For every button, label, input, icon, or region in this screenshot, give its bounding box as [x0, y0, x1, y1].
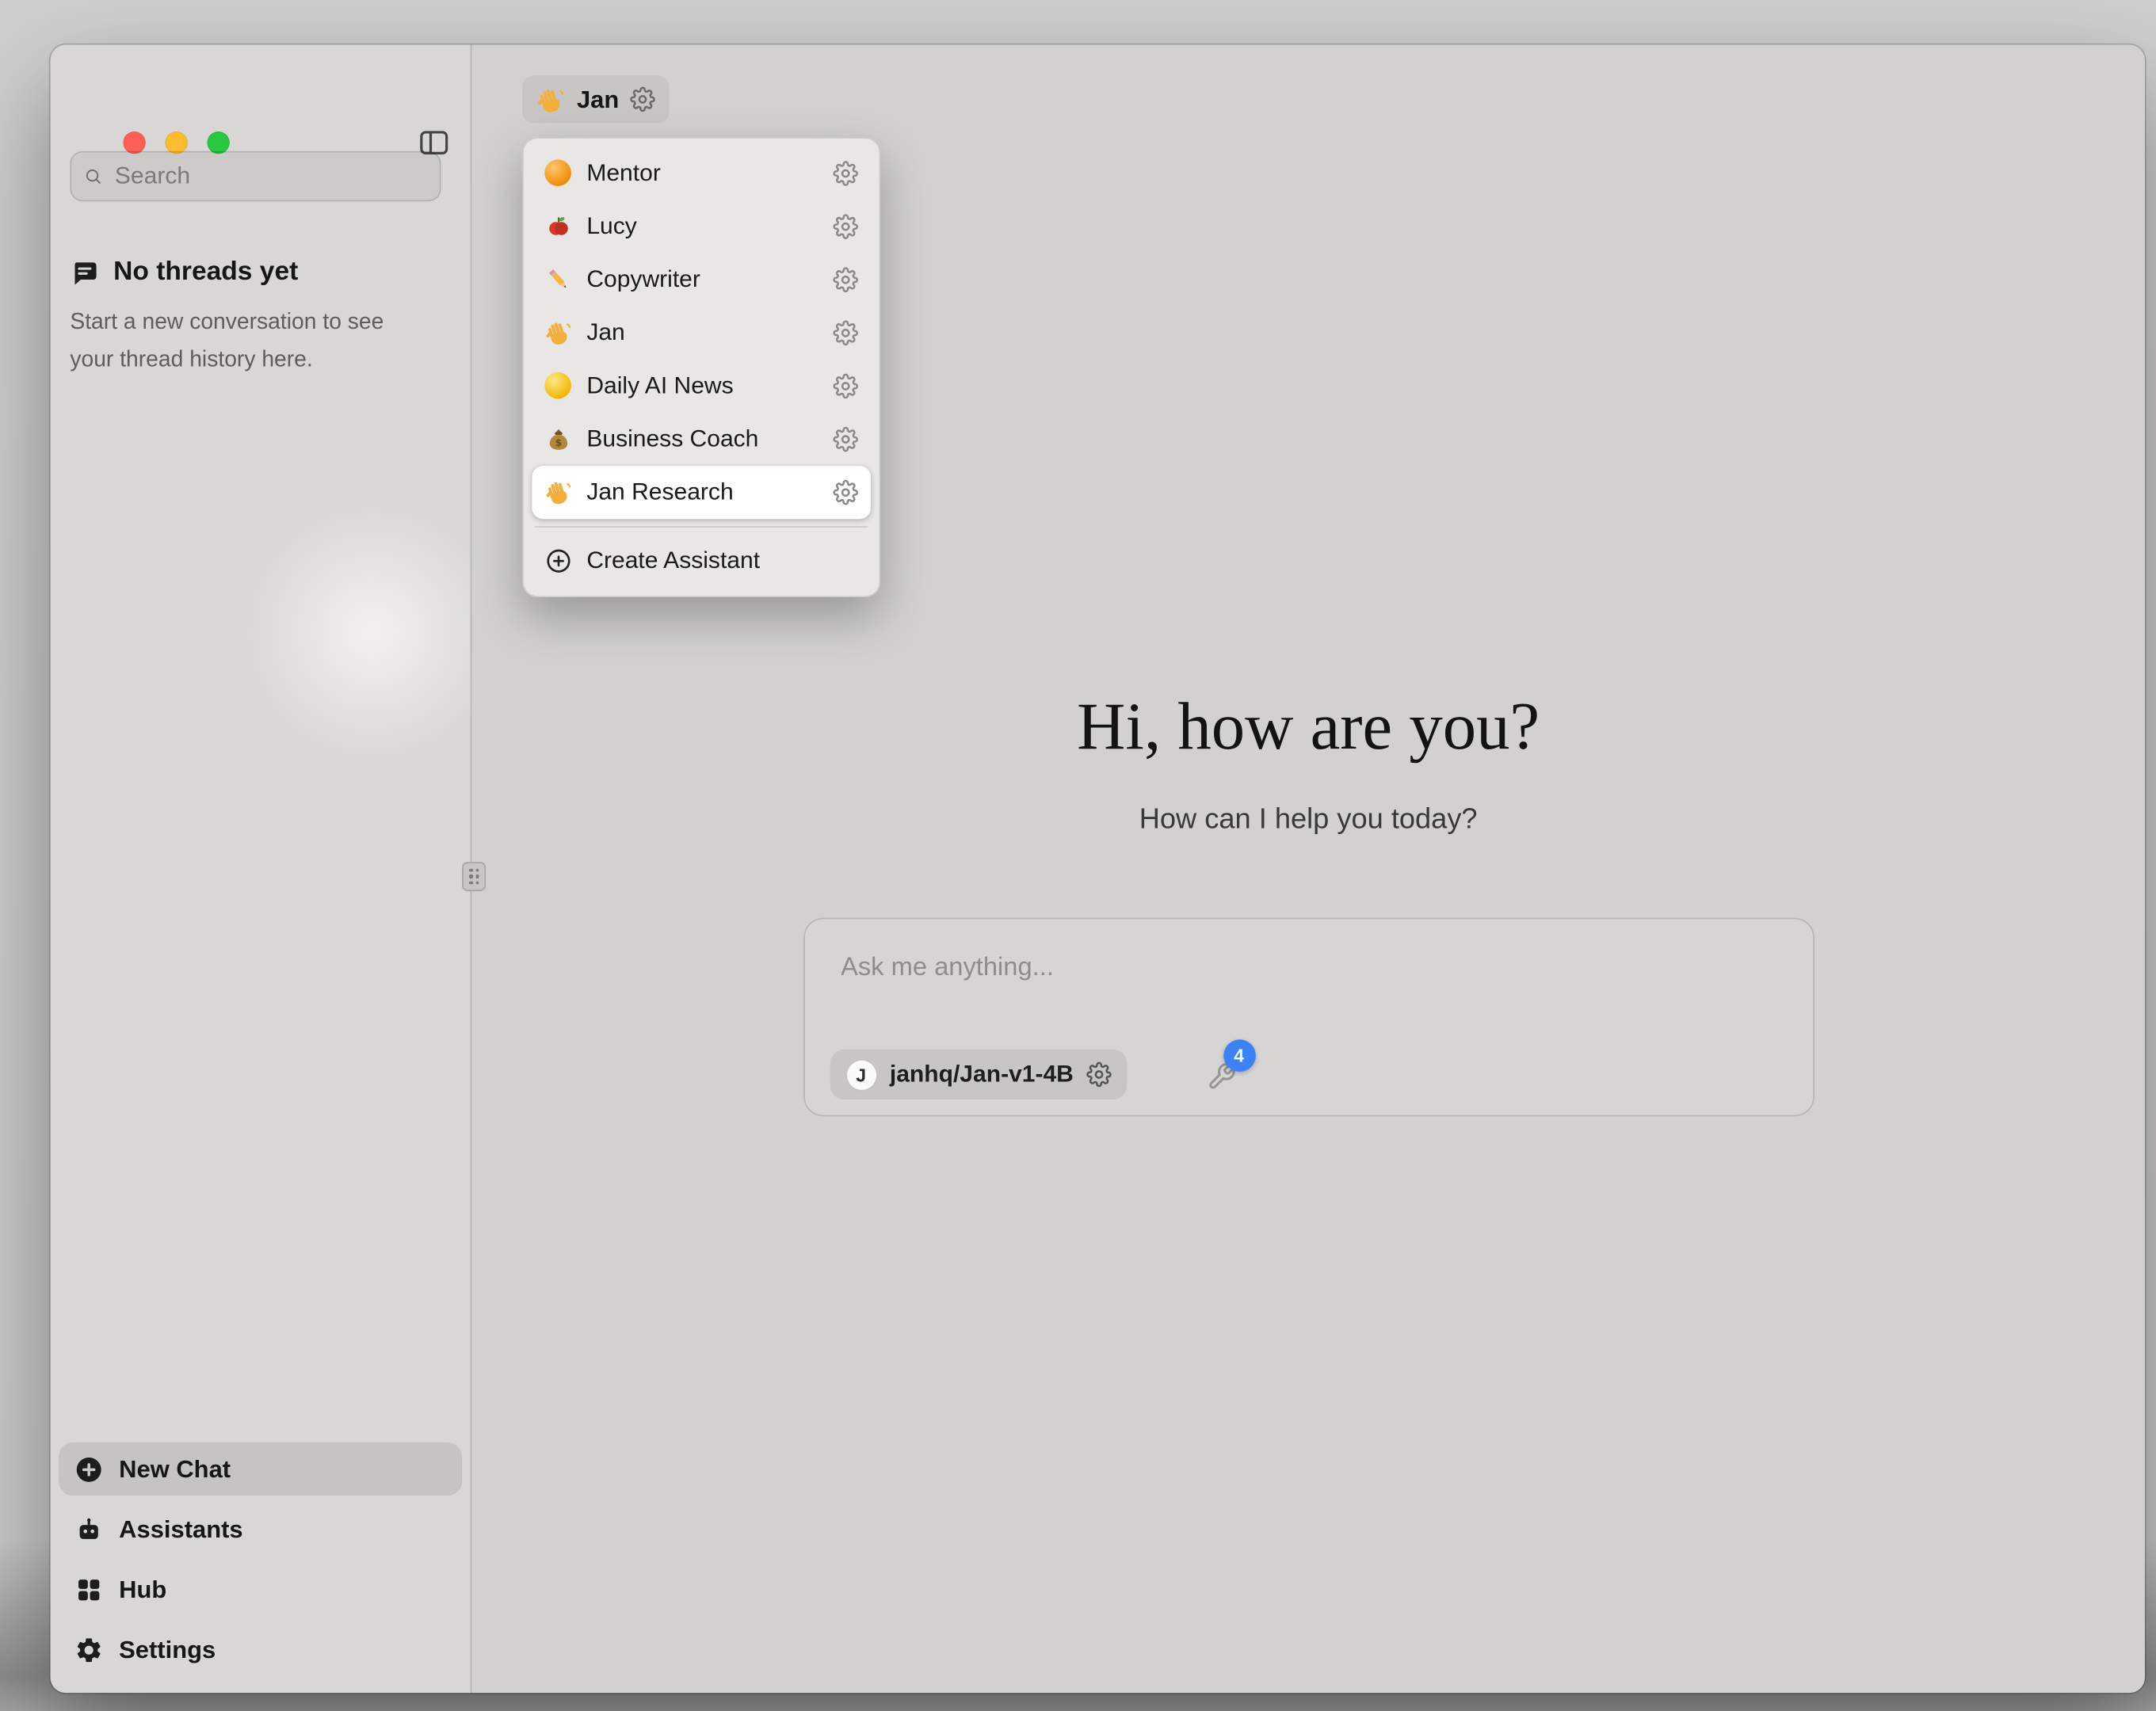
assistant-menu-item-label: Mentor: [586, 159, 661, 187]
chat-input[interactable]: [838, 950, 1778, 983]
money-bag-icon: [544, 425, 572, 453]
assistant-menu-item-label: Business Coach: [586, 425, 758, 453]
assistant-menu-item-label: Lucy: [586, 212, 636, 240]
chat-bubble-icon: [70, 258, 99, 288]
assistant-selector-button[interactable]: Jan: [522, 75, 670, 123]
gear-icon[interactable]: [833, 480, 858, 505]
current-assistant-name: Jan: [577, 85, 619, 114]
gear-icon[interactable]: [1086, 1062, 1112, 1088]
sidebar-item-label: New Chat: [119, 1454, 231, 1484]
waving-hand-icon: [536, 85, 566, 114]
create-assistant-button[interactable]: Create Assistant: [532, 535, 871, 588]
create-assistant-label: Create Assistant: [586, 547, 760, 575]
sidebar-nav: New Chat Assistants Hub Settings: [59, 1435, 462, 1676]
sidebar-item-new-chat[interactable]: New Chat: [59, 1442, 462, 1496]
sidebar-item-label: Settings: [119, 1635, 216, 1664]
gear-icon[interactable]: [630, 87, 655, 112]
assistant-menu-item-jan[interactable]: Jan: [532, 307, 871, 360]
model-selector-button[interactable]: J janhq/Jan-v1-4B: [830, 1050, 1127, 1100]
gear-icon[interactable]: [833, 214, 858, 239]
assistant-menu-item-mentor[interactable]: Mentor: [532, 147, 871, 200]
red-apple-icon: [544, 212, 572, 240]
orange-circle-icon: [544, 159, 572, 187]
assistant-menu-item-business-coach[interactable]: Business Coach: [532, 413, 871, 466]
tools-count-badge: 4: [1223, 1039, 1255, 1072]
assistant-menu-item-jan-research[interactable]: Jan Research: [532, 466, 871, 519]
sidebar-item-label: Assistants: [119, 1515, 242, 1544]
gear-icon: [74, 1635, 104, 1664]
sidebar-item-hub[interactable]: Hub: [59, 1563, 462, 1616]
sidebar-item-assistants[interactable]: Assistants: [59, 1503, 462, 1556]
chat-composer[interactable]: J janhq/Jan-v1-4B 4: [803, 918, 1814, 1117]
assistant-menu-item-lucy[interactable]: Lucy: [532, 200, 871, 253]
greeting-subtitle: How can I help you today?: [471, 803, 2144, 836]
tools-button[interactable]: 4: [1206, 1048, 1268, 1104]
search-icon: [84, 164, 102, 189]
plus-circle-icon: [544, 547, 572, 575]
desktop: No threads yet Start a new conversation …: [0, 0, 2156, 1711]
assistant-menu-item-label: Jan Research: [586, 478, 733, 506]
app-window: No threads yet Start a new conversation …: [51, 45, 2145, 1694]
assistant-dropdown-menu: Mentor Lucy Copywriter Jan: [522, 137, 880, 597]
gear-icon[interactable]: [833, 161, 858, 186]
gear-icon[interactable]: [833, 320, 858, 345]
main-area: Jan Mentor Lucy Copywriter: [471, 45, 2145, 1694]
menu-separator: [535, 526, 868, 528]
sidebar-item-settings[interactable]: Settings: [59, 1623, 462, 1676]
empty-threads-state: No threads yet Start a new conversation …: [70, 257, 437, 379]
gear-icon[interactable]: [833, 374, 858, 399]
assistant-menu-item-label: Daily AI News: [586, 372, 733, 400]
assistant-menu-item-label: Copywriter: [586, 266, 700, 294]
greeting-title: Hi, how are you?: [471, 688, 2144, 765]
gear-icon[interactable]: [833, 427, 858, 452]
search-input[interactable]: [112, 161, 427, 192]
assistant-menu-item-label: Jan: [586, 319, 624, 347]
waving-hand-icon: [544, 478, 572, 506]
model-avatar: J: [845, 1058, 877, 1091]
yellow-circle-icon: [544, 372, 572, 400]
gear-icon[interactable]: [833, 267, 858, 292]
assistant-menu-item-daily-ai-news[interactable]: Daily AI News: [532, 360, 871, 413]
empty-threads-title: No threads yet: [113, 257, 298, 288]
model-name: janhq/Jan-v1-4B: [890, 1061, 1074, 1088]
plus-circle-icon: [74, 1454, 104, 1484]
waving-hand-icon: [544, 319, 572, 347]
sidebar-resize-handle[interactable]: [462, 862, 486, 891]
empty-threads-subtitle: Start a new conversation to see your thr…: [70, 303, 420, 379]
hub-grid-icon: [74, 1575, 104, 1604]
sidebar: No threads yet Start a new conversation …: [51, 45, 471, 1694]
assistant-menu-item-copywriter[interactable]: Copywriter: [532, 253, 871, 307]
search-box[interactable]: [70, 151, 441, 202]
sidebar-item-label: Hub: [119, 1575, 166, 1604]
pencil-icon: [544, 266, 572, 294]
assistants-robot-icon: [74, 1515, 104, 1544]
